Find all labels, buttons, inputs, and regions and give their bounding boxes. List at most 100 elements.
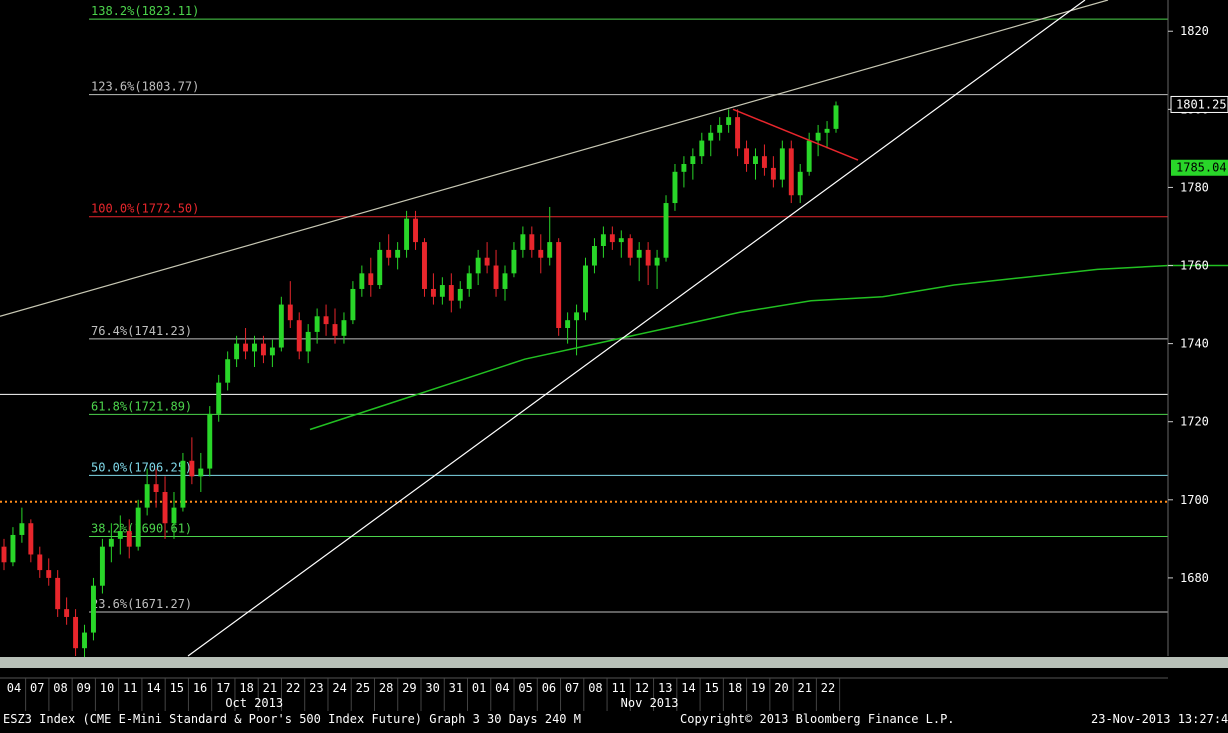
candle-body (439, 285, 445, 297)
candle-body (717, 124, 723, 133)
fib-label: 23.6%(1671.27) (91, 597, 192, 611)
x-date-label: 14 (681, 681, 695, 695)
fib-label: 61.8%(1721.89) (91, 399, 192, 413)
x-month-label: Oct 2013 (225, 696, 283, 710)
candle-body (493, 265, 499, 289)
x-date-label: 23 (309, 681, 323, 695)
candle-body (341, 320, 347, 336)
x-date-label: 21 (263, 681, 277, 695)
candle-body (404, 218, 410, 250)
x-date-label: 11 (123, 681, 137, 695)
y-tick-label: 1780 (1180, 180, 1209, 194)
candle-body (565, 320, 571, 328)
candle-body (448, 285, 454, 301)
footer-security-title: ESZ3 Index (CME E-Mini Standard & Poor's… (3, 712, 581, 726)
candle-body (735, 117, 741, 149)
candle-body (430, 288, 436, 297)
y-tick-label: 1740 (1180, 337, 1209, 351)
candle-body (583, 265, 588, 313)
x-date-label: 16 (193, 681, 207, 695)
y-tick-label: 1760 (1180, 259, 1209, 273)
candle-body (82, 632, 87, 649)
candle-body (484, 257, 490, 266)
x-axis-band (0, 657, 1228, 668)
x-date-label: 21 (798, 681, 812, 695)
candle-body (600, 234, 606, 246)
candle-body (788, 148, 794, 196)
x-date-label: 18 (728, 681, 742, 695)
moving-average-line (309, 264, 1228, 431)
candle-body (636, 249, 642, 258)
y-tick-label: 1680 (1180, 571, 1209, 585)
x-date-label: 01 (472, 681, 486, 695)
candle-body (46, 570, 52, 578)
candle-body (574, 312, 580, 321)
upper-channel-trendline (0, 0, 1109, 317)
x-date-label: 11 (611, 681, 625, 695)
x-date-label: 17 (216, 681, 230, 695)
candle-body (511, 249, 517, 274)
x-date-label: 10 (100, 681, 114, 695)
wedge-trendline (732, 108, 859, 161)
x-date-label: 14 (146, 681, 160, 695)
candle-body (690, 156, 696, 164)
x-date-label: 18 (239, 681, 253, 695)
candle-body (37, 554, 43, 571)
candle-body (162, 492, 168, 524)
x-date-label: 06 (542, 681, 556, 695)
x-date-label: 12 (635, 681, 649, 695)
y-tick-label: 1720 (1180, 415, 1209, 429)
candle-body (350, 288, 356, 321)
x-month-label: Nov 2013 (621, 696, 679, 710)
x-date-label: 08 (53, 681, 67, 695)
candle-body (395, 249, 401, 258)
candle-body (234, 343, 240, 360)
candle-body (824, 128, 830, 133)
x-date-label: 05 (518, 681, 532, 695)
candle-body (413, 218, 418, 243)
x-date-label: 20 (774, 681, 788, 695)
fib-label: 38.2%(1690.61) (91, 521, 192, 535)
candle-body (296, 320, 302, 352)
candle-body (708, 132, 714, 141)
x-date-label: 15 (704, 681, 718, 695)
x-date-label: 07 (30, 681, 44, 695)
candle-body (466, 273, 472, 289)
x-date-label: 25 (356, 681, 370, 695)
candle-body (117, 531, 123, 539)
candle-body (618, 238, 624, 243)
x-date-label: 24 (332, 681, 346, 695)
x-date-label: 30 (425, 681, 439, 695)
x-date-label: 04 (495, 681, 509, 695)
candle-body (28, 523, 34, 555)
candle-body (377, 249, 383, 286)
x-date-label: 22 (821, 681, 835, 695)
candle-body (833, 105, 839, 129)
candle-body (332, 324, 338, 336)
candle-body (797, 171, 803, 196)
candle-body (386, 249, 392, 258)
candle-body (260, 343, 266, 356)
candle-body (305, 331, 311, 352)
candle-body (269, 347, 275, 356)
candle-body (645, 249, 651, 266)
x-date-label: 22 (286, 681, 300, 695)
candle-body (663, 203, 669, 258)
fib-label: 138.2%(1823.11) (91, 4, 199, 18)
candle-body (538, 249, 544, 258)
candle-body (699, 140, 705, 157)
fib-label: 76.4%(1741.23) (91, 324, 192, 338)
current-price-label: 1801.25 (1176, 97, 1227, 111)
moving-average-label: 1785.04 (1176, 161, 1227, 175)
candle-body (126, 531, 132, 547)
candle-body (1, 546, 7, 563)
x-date-label: 29 (402, 681, 416, 695)
candle-body (108, 538, 114, 547)
x-date-label: 15 (170, 681, 184, 695)
candle-body (225, 359, 231, 383)
candle-body (180, 460, 186, 508)
candle-body (457, 288, 463, 301)
x-date-label: 28 (379, 681, 393, 695)
x-date-label: 09 (77, 681, 91, 695)
candle-body (520, 234, 526, 250)
